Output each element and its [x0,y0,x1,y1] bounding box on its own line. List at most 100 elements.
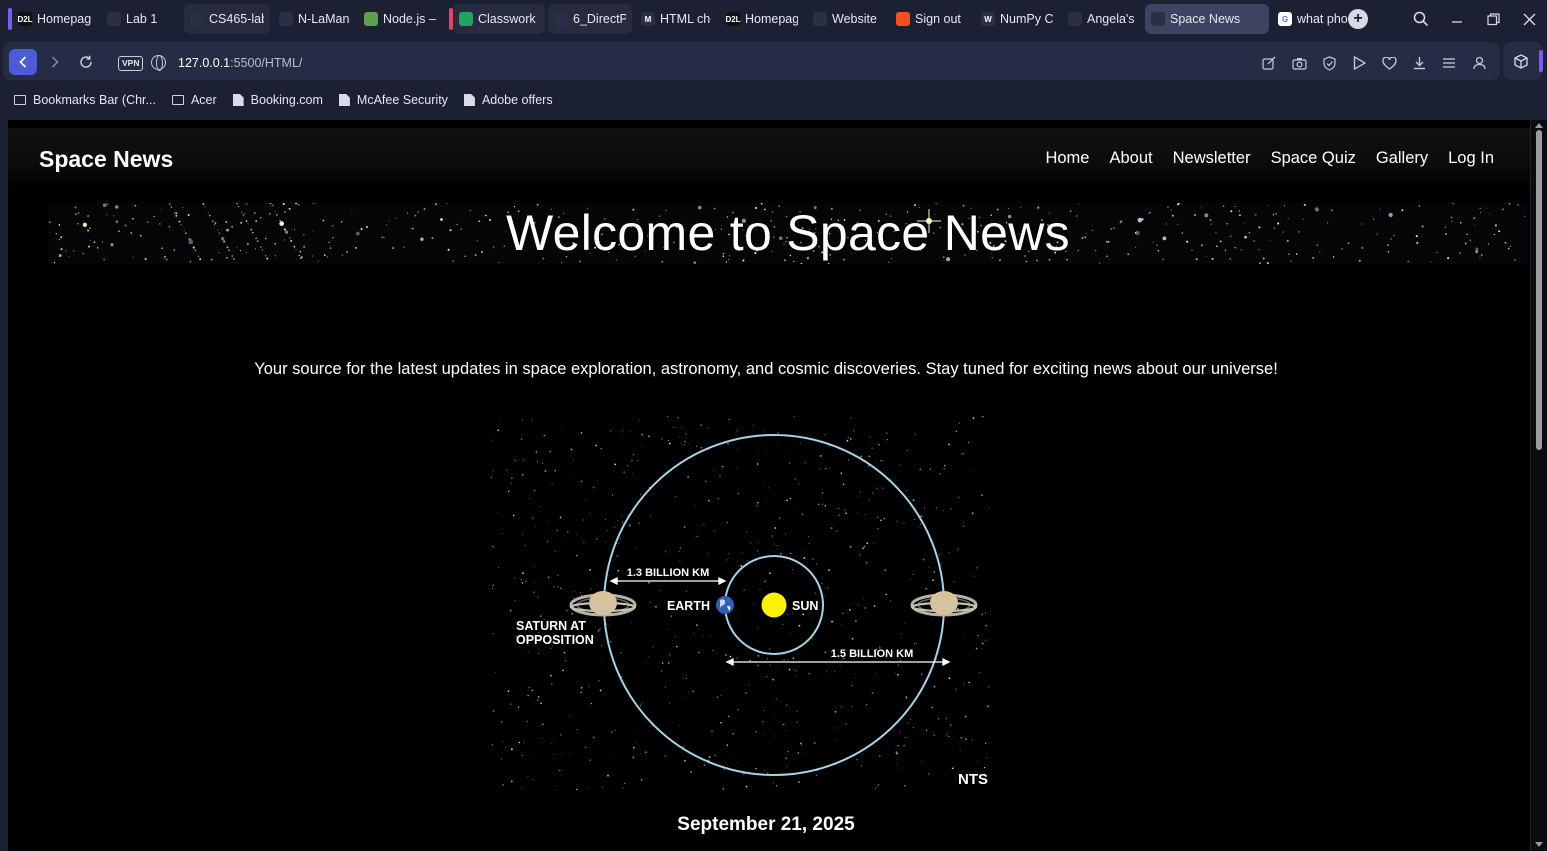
camera-icon[interactable] [1290,54,1308,72]
d2l-icon: D2L [725,12,741,26]
browser-tab[interactable]: D2L Homepag [12,4,98,34]
forward-button[interactable] [43,49,67,75]
tab-title: 6_DirectPr [573,12,626,26]
page-viewport: Space News Home About Newsletter Space Quiz… [8,120,1530,851]
page-icon [232,94,244,106]
infinity-icon [554,12,568,26]
browser-tab[interactable]: M HTML che [635,4,717,34]
bookmark-item[interactable]: Booking.com [232,93,323,107]
globe-icon [1151,12,1165,26]
page-icon [463,94,475,106]
bookmark-label: Booking.com [250,93,323,107]
nav-link-space-quiz[interactable]: Space Quiz [1271,149,1356,168]
scroll-down-arrow[interactable] [1535,842,1543,847]
profile-icon[interactable] [1470,54,1488,72]
google-icon: G [1278,12,1292,26]
scroll-thumb[interactable] [1536,130,1542,450]
tab-title: Website D [832,12,881,26]
browser-tab[interactable]: Gwhat phor [1272,4,1354,34]
reload-button[interactable] [74,49,98,75]
chatgpt-icon [813,12,827,26]
browser-tab[interactable]: Lab 1 [101,4,181,34]
restore-window-button[interactable] [1483,9,1503,29]
browser-tab[interactable]: CS465-lab [184,4,270,34]
infinity-icon [1068,12,1082,26]
page-scrollbar[interactable] [1531,120,1547,851]
hero-banner: Welcome to Space News [49,203,1527,264]
bookmark-item[interactable]: Bookmarks Bar (Chr... [14,93,156,107]
nav-link-home[interactable]: Home [1045,149,1089,168]
minimize-window-button[interactable] [1447,9,1467,29]
new-tab-button[interactable]: + [1348,9,1368,29]
tab-title: Space News [1170,12,1241,26]
w3-icon: W [981,12,995,26]
site-brand[interactable]: Space News [39,146,173,173]
d2l-icon: D2L [17,12,33,26]
browser-tab[interactable]: 6_DirectPr [548,4,632,34]
browser-tab-strip: D2L Homepag Lab 1 CS465-lab N-LaMant Node.js … [0,0,1547,38]
back-button[interactable] [9,49,37,75]
tab-title: Angela's J [1087,12,1136,26]
browser-tab[interactable]: Classwork [453,4,545,34]
browser-tab[interactable]: W NumPy Cr [975,4,1059,34]
url-field[interactable]: 127.0.0.1:5500/HTML/ [178,56,302,70]
nav-link-gallery[interactable]: Gallery [1376,149,1428,168]
tab-title: NumPy Cr [1000,12,1053,26]
tab-title: what phor [1297,12,1348,26]
browser-tab[interactable]: Sign out [890,4,972,34]
menu-lines-icon[interactable] [1440,54,1458,72]
nav-link-log-in[interactable]: Log In [1448,149,1494,168]
tab-title: Lab 1 [126,12,158,26]
earth-icon [716,596,734,614]
tab-title: Sign out [915,12,961,26]
distance-label-near: 1.3 BILLION KM [627,567,710,579]
edit-page-icon[interactable] [1260,54,1278,72]
browser-tab[interactable]: Angela's J [1062,4,1142,34]
extensions-area [1503,42,1543,80]
browser-tab[interactable]: Node.js — [358,4,442,34]
post-date: September 21, 2025 [677,814,855,835]
browser-tab[interactable]: Website D [807,4,887,34]
nav-link-about[interactable]: About [1109,149,1152,168]
site-navbar: Space News Home About Newsletter Space Quiz… [8,128,1530,190]
distance-label-far: 1.5 BILLION KM [831,648,914,660]
browser-tab[interactable]: N-LaMant [273,4,355,34]
cube-icon[interactable] [1512,52,1530,70]
bookmark-label: Adobe offers [481,93,553,107]
bookmark-label: Bookmarks Bar (Chr... [33,93,156,107]
nav-link-newsletter[interactable]: Newsletter [1173,149,1251,168]
bookmarks-bar: Bookmarks Bar (Chr... Acer Booking.com McAf… [0,84,1547,116]
folder-icon [171,95,184,105]
download-icon[interactable] [1410,54,1428,72]
medium-icon: M [641,12,655,26]
bookmark-item[interactable]: McAfee Security [338,93,448,107]
tab-title: HTML che [660,12,711,26]
send-icon[interactable] [1350,54,1368,72]
nodejs-icon [364,12,378,26]
page-icon [338,94,350,106]
vpn-badge[interactable]: VPN [118,56,144,71]
sidebar-accent [1539,50,1543,72]
bookmark-label: McAfee Security [356,93,448,107]
earth-label: EARTH [667,599,710,613]
bookmark-item[interactable]: Acer [171,93,217,107]
bookmark-item[interactable]: Adobe offers [463,93,553,107]
tab-title: Homepag [745,12,798,26]
not-to-scale-label: NTS [958,771,988,788]
browser-tab[interactable]: Space News [1145,4,1269,34]
saturn-label-line1: SATURN AT [516,619,586,633]
orbit-diagram-image: 1.3 BILLION KM 1.5 BILLION KM EARTH SUN … [490,415,990,791]
address-bar: VPN 127.0.0.1:5500/HTML/ [3,42,1500,80]
url-path: :5500/HTML/ [230,56,303,70]
hero-title: Welcome to Space News [506,205,1070,261]
search-tabs-icon[interactable] [1411,9,1431,29]
close-window-button[interactable] [1519,9,1539,29]
tab-title: CS465-lab [209,12,264,26]
browser-tab[interactable]: D2L Homepag [720,4,804,34]
intro-text: Your source for the latest updates in sp… [254,360,1278,378]
heart-icon[interactable] [1380,54,1398,72]
scroll-up-arrow[interactable] [1535,123,1543,128]
shield-icon[interactable] [1320,54,1338,72]
microsoft-icon [896,12,910,26]
site-info-icon[interactable] [151,55,166,71]
